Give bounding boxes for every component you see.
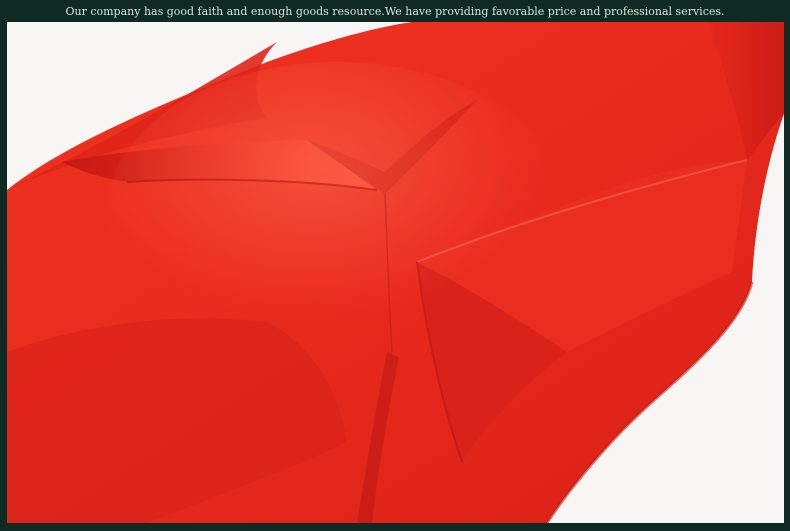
product-image-frame: Our company has good faith and enough go… (0, 0, 790, 531)
red-dress-fabric-closeup-icon (7, 22, 784, 523)
banner-text: Our company has good faith and enough go… (65, 4, 725, 18)
product-photo (7, 22, 784, 523)
top-banner: Our company has good faith and enough go… (0, 0, 790, 22)
